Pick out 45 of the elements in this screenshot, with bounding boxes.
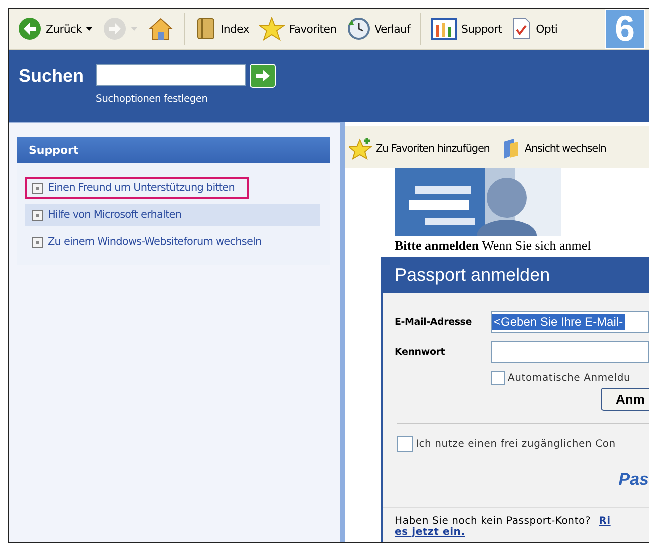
panel-link[interactable]: Zu einem Windows-Websiteforum wechseln xyxy=(25,231,320,253)
toolbar-button[interactable]: Opti xyxy=(509,15,561,43)
clock-icon xyxy=(346,17,371,41)
passport-title: Passport anmelden xyxy=(383,257,649,293)
star-plus-icon xyxy=(349,138,373,160)
toolbar-button[interactable]: Favoriten xyxy=(256,15,340,43)
passport-logo: Pas xyxy=(618,470,649,490)
email-label: E-Mail-Adresse xyxy=(395,316,473,328)
public-computer-checkbox[interactable]: Ich nutze einen frei zugänglichen Con xyxy=(397,436,649,452)
checkbox[interactable] xyxy=(491,371,505,385)
bullet-icon xyxy=(32,210,43,220)
arrow-right-icon xyxy=(254,68,272,84)
star-icon xyxy=(259,17,286,41)
footer-text: Haben Sie noch kein Passport-Konto? xyxy=(395,516,592,527)
password-label: Kennwort xyxy=(395,346,446,358)
toolbar-button[interactable]: Index xyxy=(192,15,252,43)
search-options-link[interactable]: Suchoptionen festlegen xyxy=(96,94,276,105)
caret-icon xyxy=(131,27,138,31)
panel-link[interactable]: Hilfe von Microsoft erhalten xyxy=(25,204,320,226)
go-button[interactable] xyxy=(250,64,276,88)
search-field[interactable] xyxy=(96,64,246,86)
panel-link[interactable]: Einen Freund um Unterstützung bitten xyxy=(25,177,249,199)
step-number-badge: 6 xyxy=(605,9,645,49)
toolbar-button[interactable]: Zurück xyxy=(15,15,96,43)
bullet-icon xyxy=(32,236,43,248)
sign-up-link[interactable]: es jetzt ein. xyxy=(395,527,466,538)
content-toolbar-button[interactable]: Ansicht wechseln xyxy=(500,138,606,160)
search-title: Suchen xyxy=(19,66,84,88)
intro-text: Bitte anmelden Wenn Sie sich anmel xyxy=(395,238,592,254)
auto-login-checkbox[interactable]: Automatische Anmeldu xyxy=(491,371,649,385)
sign-up-link[interactable]: Ri xyxy=(599,516,611,527)
content-toolbar-button[interactable]: Zu Favoriten hinzufügen xyxy=(349,138,490,160)
checklist-icon xyxy=(512,17,532,41)
bullet-icon xyxy=(32,182,43,194)
panel-title: Support xyxy=(17,137,330,163)
book-icon xyxy=(195,17,218,41)
toolbar-button[interactable]: Support xyxy=(428,15,506,43)
password-field[interactable] xyxy=(491,341,649,363)
checkbox[interactable] xyxy=(397,436,413,452)
sign-in-button[interactable]: Anm xyxy=(601,388,649,411)
house-icon xyxy=(148,17,174,41)
caret-icon xyxy=(86,27,94,31)
chart-window-icon xyxy=(431,17,458,41)
email-field[interactable]: <Geben Sie Ihre E-Mail- xyxy=(491,311,649,333)
toolbar-button[interactable]: Verlauf xyxy=(344,15,414,43)
